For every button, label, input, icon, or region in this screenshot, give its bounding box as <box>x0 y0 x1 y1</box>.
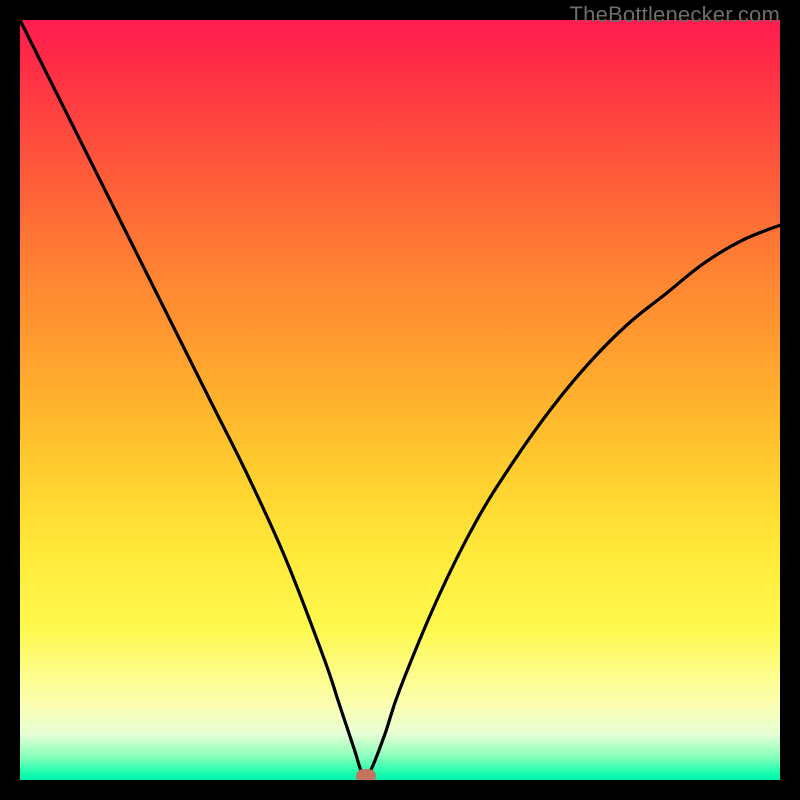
curve-svg <box>20 20 780 780</box>
chart-frame: TheBottlenecker.com <box>0 0 800 800</box>
attribution-label: TheBottlenecker.com <box>570 2 780 28</box>
plot-area <box>20 20 780 780</box>
bottleneck-curve-path <box>20 20 780 777</box>
optimum-marker <box>356 769 376 780</box>
